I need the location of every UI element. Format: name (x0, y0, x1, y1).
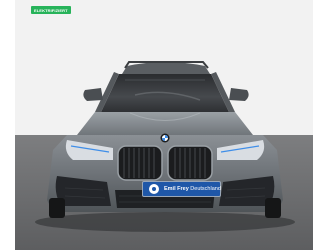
electrified-badge: ELEKTRIFIZIERT (31, 6, 71, 14)
car-photo (15, 0, 313, 250)
left-mirror (83, 88, 103, 101)
dealer-license-plate: Emil Frey Deutschland (142, 181, 221, 197)
hood (77, 112, 253, 135)
dealer-logo-icon (149, 184, 159, 194)
car-shadow (35, 212, 295, 232)
left-tire (49, 198, 65, 218)
right-mirror (229, 88, 249, 101)
dealer-name: Emil Frey Deutschland (164, 186, 221, 192)
right-tire (265, 198, 281, 218)
brand-roundel (160, 133, 170, 143)
